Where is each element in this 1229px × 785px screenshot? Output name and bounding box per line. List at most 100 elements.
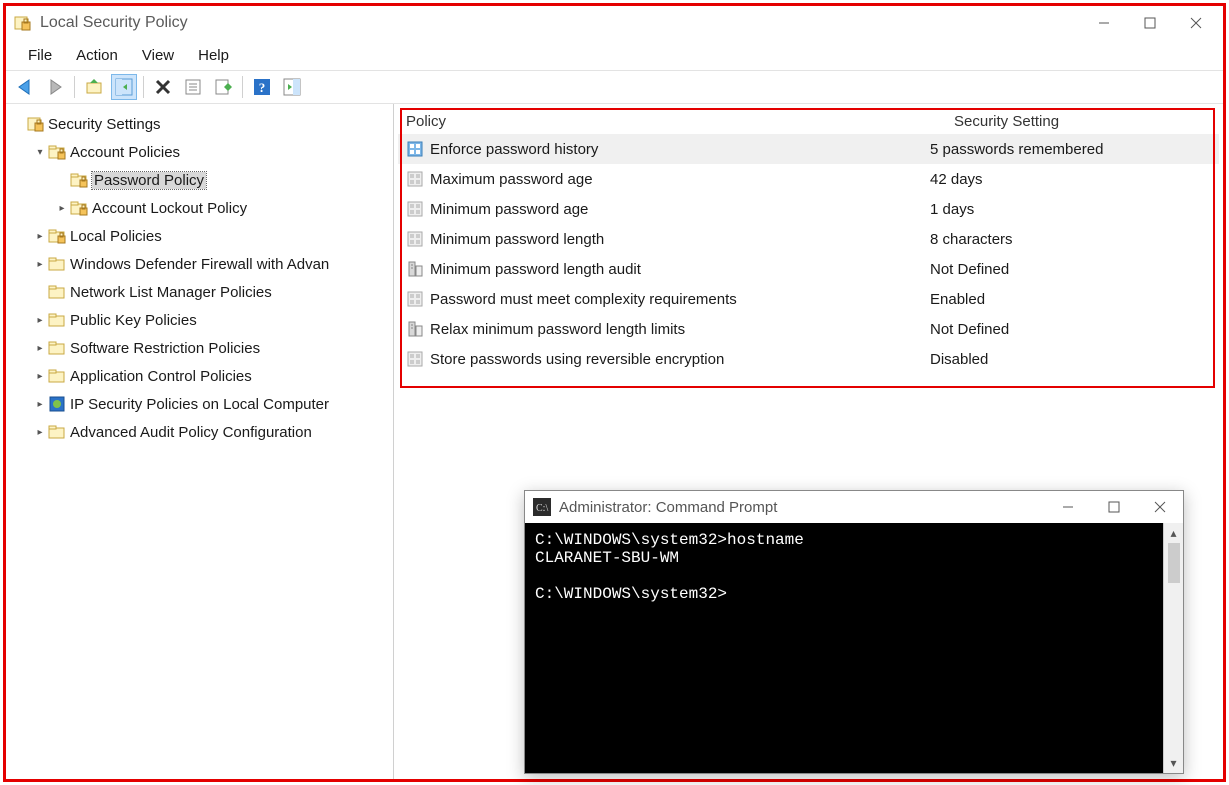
folder-icon	[48, 255, 66, 273]
policy-name: Relax minimum password length limits	[430, 321, 685, 338]
scroll-down-icon[interactable]: ▾	[1170, 753, 1176, 773]
menu-help[interactable]: Help	[186, 43, 241, 68]
folder-icon	[48, 423, 66, 441]
tree-item[interactable]: ▸Application Control Policies	[6, 362, 393, 390]
tree-item[interactable]: ▸ IP Security Policies on Local Computer	[6, 390, 393, 418]
doc-icon	[406, 200, 424, 218]
cmd-titlebar[interactable]: C:\ Administrator: Command Prompt	[525, 491, 1183, 523]
policy-row[interactable]: Minimum password length audit Not Defined	[398, 254, 1219, 284]
policy-row[interactable]: Enforce password history5 passwords reme…	[398, 134, 1219, 164]
cmd-title-text: Administrator: Command Prompt	[559, 499, 1045, 516]
policy-setting: 42 days	[930, 171, 1219, 188]
folder-locked-icon	[48, 227, 66, 245]
tree-item-label: IP Security Policies on Local Computer	[70, 396, 329, 413]
policy-name: Minimum password age	[430, 201, 588, 218]
action-pane-button[interactable]	[279, 74, 305, 100]
menu-action[interactable]: Action	[64, 43, 130, 68]
chevron-right-icon[interactable]: ▸	[32, 399, 48, 410]
cmd-minimize-button[interactable]	[1045, 492, 1091, 522]
policy-row[interactable]: Minimum password length 8 characters	[398, 224, 1219, 254]
chevron-right-icon[interactable]: ▸	[32, 371, 48, 382]
minimize-button[interactable]	[1081, 8, 1127, 38]
scroll-up-icon[interactable]: ▴	[1170, 523, 1176, 543]
policy-name: Minimum password length audit	[430, 261, 641, 278]
policy-setting: Enabled	[930, 291, 1219, 308]
doc-icon	[406, 290, 424, 308]
policy-name: Minimum password length	[430, 231, 604, 248]
tree-item[interactable]: ▾Account Policies	[6, 138, 393, 166]
menubar: File Action View Help	[6, 40, 1223, 70]
policy-setting: Disabled	[930, 351, 1219, 368]
folder-locked-icon	[70, 171, 88, 189]
properties-button[interactable]	[180, 74, 206, 100]
chevron-right-icon[interactable]: ▸	[32, 315, 48, 326]
tree-item[interactable]: ▸ Windows Defender Firewall with Advan	[6, 250, 393, 278]
tree-item[interactable]: ▸Password Policy	[6, 166, 393, 194]
export-button[interactable]	[210, 74, 236, 100]
header-setting[interactable]: Security Setting	[954, 113, 1219, 130]
policy-setting: Not Defined	[930, 261, 1219, 278]
tree-item-label: Windows Defender Firewall with Advan	[70, 256, 329, 273]
cmd-window[interactable]: C:\ Administrator: Command Prompt C:\WIN…	[524, 490, 1184, 774]
doc-icon	[406, 170, 424, 188]
chevron-right-icon[interactable]: ▸	[32, 259, 48, 270]
tree-item-label: Advanced Audit Policy Configuration	[70, 424, 312, 441]
folder-icon	[48, 283, 66, 301]
app-icon	[14, 14, 32, 32]
show-hide-tree-button[interactable]	[111, 74, 137, 100]
back-button[interactable]	[12, 74, 38, 100]
svg-text:C:\: C:\	[536, 503, 548, 514]
tree-item[interactable]: ▸ Advanced Audit Policy Configuration	[6, 418, 393, 446]
folder-locked-icon	[48, 143, 66, 161]
policy-row[interactable]: Store passwords using reversible encrypt…	[398, 344, 1219, 374]
scroll-thumb[interactable]	[1168, 543, 1180, 583]
cmd-icon: C:\	[533, 498, 551, 516]
tree-item[interactable]: ▸Public Key Policies	[6, 306, 393, 334]
server-icon	[406, 260, 424, 278]
doc-icon	[406, 230, 424, 248]
policy-setting: 1 days	[930, 201, 1219, 218]
chevron-down-icon[interactable]: ▾	[32, 147, 48, 158]
tree-item[interactable]: ▸ Software Restriction Policies	[6, 334, 393, 362]
cmd-scrollbar[interactable]: ▴ ▾	[1163, 523, 1183, 773]
help-button[interactable]: ?	[249, 74, 275, 100]
chevron-right-icon[interactable]: ▸	[32, 343, 48, 354]
toolbar-separator	[143, 76, 144, 98]
doc-blue-icon	[406, 140, 424, 158]
tree-item-label: Account Lockout Policy	[92, 200, 247, 217]
policy-row[interactable]: Relax minimum password length limits Not …	[398, 314, 1219, 344]
tree-item-label: Password Policy	[94, 172, 204, 189]
tree-item[interactable]: ▸Security Settings	[6, 110, 393, 138]
menu-view[interactable]: View	[130, 43, 186, 68]
folder-icon	[48, 311, 66, 329]
tree-item-label: Network List Manager Policies	[70, 284, 272, 301]
header-policy[interactable]: Policy	[406, 113, 954, 130]
cmd-terminal[interactable]: C:\WINDOWS\system32>hostname CLARANET-SB…	[525, 523, 1163, 773]
grid-header: Policy Security Setting	[398, 108, 1219, 130]
tree-item[interactable]: ▸Network List Manager Policies	[6, 278, 393, 306]
forward-button[interactable]	[42, 74, 68, 100]
tree-item-label: Software Restriction Policies	[70, 340, 260, 357]
policy-row[interactable]: Minimum password age 1 days	[398, 194, 1219, 224]
policy-setting: Not Defined	[930, 321, 1219, 338]
policy-row[interactable]: Maximum password age 42 days	[398, 164, 1219, 194]
chevron-right-icon[interactable]: ▸	[32, 231, 48, 242]
tree-panel: ▸Security Settings▾Account Policies▸Pass…	[6, 104, 394, 779]
root-icon	[26, 115, 44, 133]
chevron-right-icon[interactable]: ▸	[54, 203, 70, 214]
policy-name: Password must meet complexity requiremen…	[430, 291, 737, 308]
policy-setting: 8 characters	[930, 231, 1219, 248]
policy-name: Maximum password age	[430, 171, 593, 188]
tree-item[interactable]: ▸ Account Lockout Policy	[6, 194, 393, 222]
up-button[interactable]	[81, 74, 107, 100]
policy-row[interactable]: Password must meet complexity requiremen…	[398, 284, 1219, 314]
delete-button[interactable]	[150, 74, 176, 100]
chevron-right-icon[interactable]: ▸	[32, 427, 48, 438]
cmd-close-button[interactable]	[1137, 492, 1183, 522]
policy-setting: 5 passwords remembered	[930, 141, 1219, 158]
tree-item[interactable]: ▸Local Policies	[6, 222, 393, 250]
close-button[interactable]	[1173, 8, 1219, 38]
cmd-maximize-button[interactable]	[1091, 492, 1137, 522]
menu-file[interactable]: File	[16, 43, 64, 68]
maximize-button[interactable]	[1127, 8, 1173, 38]
